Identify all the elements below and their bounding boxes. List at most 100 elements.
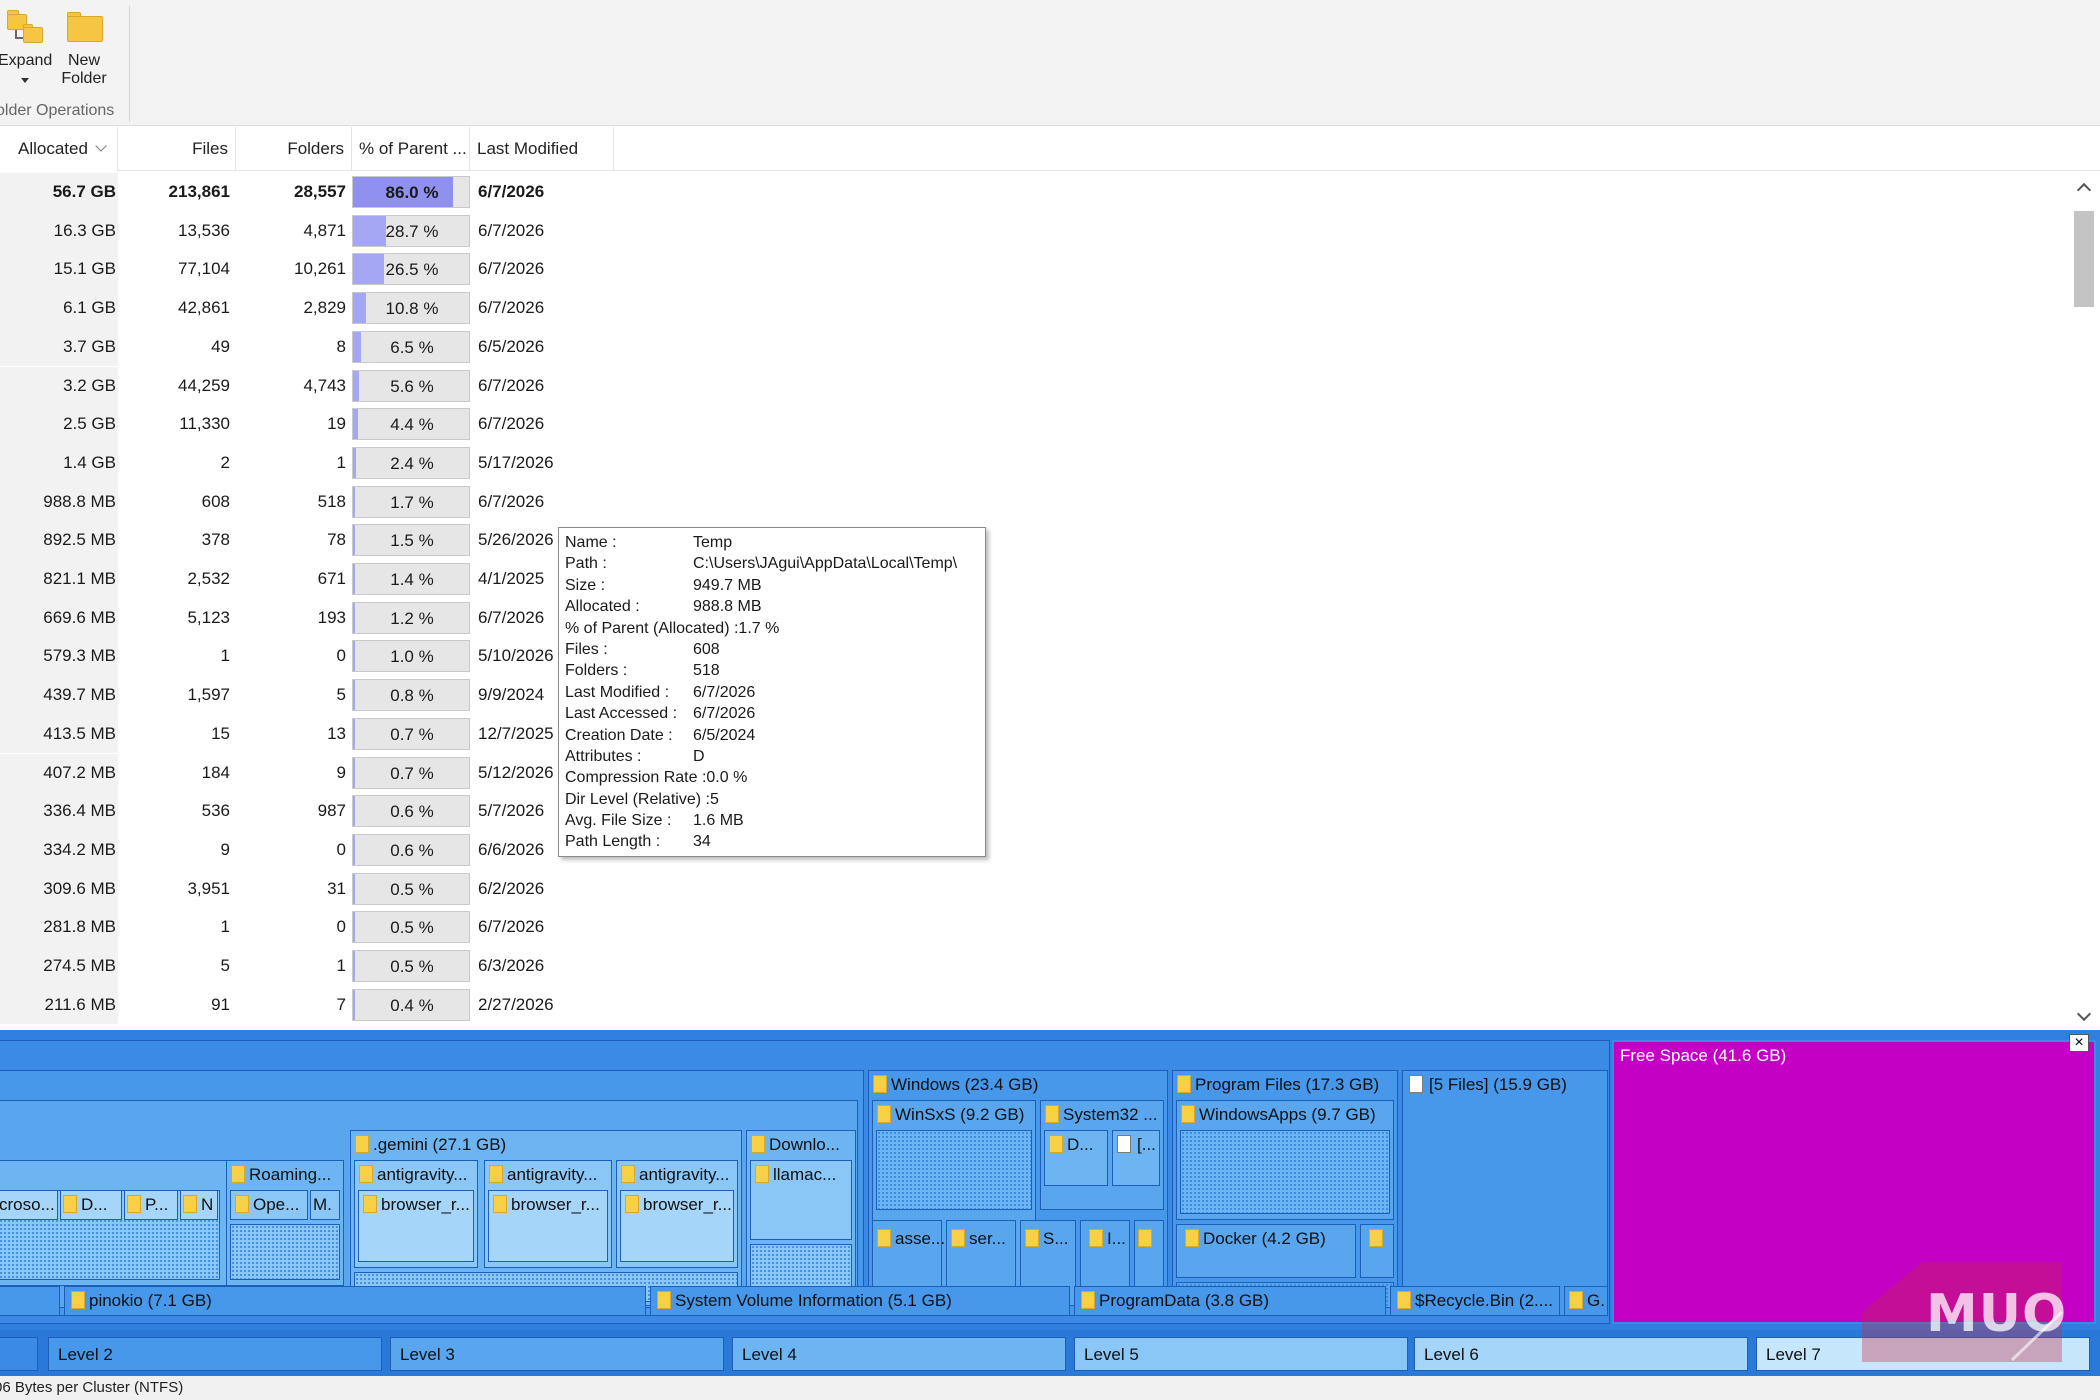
treemap-p-folder[interactable]: P... [124, 1190, 178, 1220]
last-modified-cell: 6/7/2026 [478, 220, 545, 240]
treemap-programdata[interactable]: ProgramData (3.8 GB) [1074, 1286, 1386, 1316]
treemap-d-folder[interactable]: D... [60, 1190, 122, 1220]
folder-icon [63, 6, 105, 44]
table-row[interactable]: 988.8 MB 608 518 1.7 % 6/7/2026 [0, 482, 2070, 522]
allocated-cell: 669.6 MB [0, 598, 118, 638]
tooltip-avgsize-value: 1.6 MB [693, 812, 744, 830]
pct-text: 0.6 % [390, 840, 434, 860]
treemap-system32-files[interactable]: [... [1112, 1130, 1160, 1186]
allocated-cell: 1.4 GB [0, 443, 118, 483]
column-header-row: Allocated Files Folders % of Parent ... … [0, 127, 2100, 171]
folder-icon [877, 1229, 891, 1247]
treemap-browser-2[interactable]: browser_r... [488, 1190, 608, 1262]
folder-icon [1089, 1229, 1103, 1247]
pct-bar-track: 1.4 % [352, 563, 470, 595]
tooltip-allocated-value: 988.8 MB [693, 598, 762, 616]
table-row[interactable]: 892.5 MB 378 78 1.5 % 5/26/2026 [0, 521, 2070, 560]
pct-bar-track: 0.7 % [352, 756, 470, 789]
col-files[interactable]: Files [118, 127, 236, 171]
treemap-antigravity-1-label: antigravity... [359, 1163, 467, 1187]
allocated-cell: 988.8 MB [0, 482, 118, 522]
scroll-up-arrow-icon[interactable] [2076, 182, 2092, 198]
scroll-thumb[interactable] [2074, 211, 2094, 307]
folders-cell: 4,871 [303, 220, 346, 240]
files-cell: 213,861 [168, 182, 230, 201]
tooltip-compression-value: 0.0 % [706, 769, 748, 787]
treemap-m[interactable]: M. [310, 1190, 340, 1220]
treemap-5-files-label: [5 Files] (15.9 GB) [1409, 1073, 1567, 1097]
pct-text: 1.2 % [390, 608, 434, 628]
vertical-scrollbar[interactable] [2071, 173, 2097, 1029]
table-row[interactable]: 281.8 MB 1 0 0.5 % 6/7/2026 [0, 908, 2070, 947]
new-folder-button[interactable]: New Folder [58, 6, 110, 88]
treemap-browser-1[interactable]: browser_r... [358, 1190, 474, 1262]
treemap-croso[interactable]: croso... [0, 1190, 58, 1220]
new-folder-label-1: New [67, 52, 100, 69]
table-row[interactable]: 2.5 GB 11,330 19 4.4 % 6/7/2026 [0, 405, 2070, 444]
table-row[interactable]: 56.7 GB 213,861 28,557 86.0 % 6/7/2026 [0, 173, 2070, 212]
table-row[interactable]: 16.3 GB 13,536 4,871 28.7 % 6/7/2026 [0, 211, 2070, 251]
treemap-system32-files-label: [... [1117, 1133, 1156, 1157]
last-modified-cell: 5/17/2026 [478, 452, 554, 472]
treemap-windowsapps-inner[interactable] [1180, 1130, 1390, 1214]
table-row[interactable]: 821.1 MB 2,532 671 1.4 % 4/1/2025 [0, 560, 2070, 599]
table-row[interactable]: 3.7 GB 49 8 6.5 % 6/5/2026 [0, 327, 2070, 367]
files-cell: 9 [220, 839, 230, 859]
table-row[interactable]: 274.5 MB 5 1 0.5 % 6/3/2026 [0, 947, 2070, 986]
treemap-browser-3-label: browser_r... [625, 1193, 732, 1217]
table-row[interactable]: 15.1 GB 77,104 10,261 26.5 % 6/7/2026 [0, 250, 2070, 290]
files-cell: 13,536 [178, 220, 230, 240]
pct-bar-track: 28.7 % [352, 214, 470, 247]
folder-icon [621, 1165, 635, 1183]
treemap-ope[interactable]: Ope... [230, 1190, 308, 1220]
folder-icon [493, 1195, 507, 1213]
table-row[interactable]: 1.4 GB 2 1 2.4 % 5/17/2026 [0, 443, 2070, 483]
treemap-browser-3[interactable]: browser_r... [620, 1190, 734, 1262]
table-row[interactable]: 579.3 MB 1 0 1.0 % 5/10/2026 [0, 637, 2070, 677]
treemap[interactable]: croso... D... P... N Roaming... Ope... M… [0, 1030, 2100, 1330]
dropdown-arrow-icon[interactable] [21, 78, 29, 83]
expand-button[interactable]: Expand [0, 6, 52, 88]
table-row[interactable]: 669.6 MB 5,123 193 1.2 % 6/7/2026 [0, 598, 2070, 638]
tooltip-pathlen-key: Path Length : [565, 833, 661, 851]
col-folders[interactable]: Folders [236, 127, 352, 171]
close-icon[interactable]: × [2069, 1034, 2089, 1052]
allocated-cell: 309.6 MB [0, 869, 118, 909]
table-row[interactable]: 211.6 MB 91 7 0.4 % 2/27/2026 [0, 985, 2070, 1025]
col-files-label: Files [192, 139, 228, 158]
table-row[interactable]: 439.7 MB 1,597 5 0.8 % 9/9/2024 [0, 676, 2070, 715]
scroll-down-arrow-icon[interactable] [2076, 1006, 2092, 1022]
treemap-pinokio[interactable]: pinokio (7.1 GB) [64, 1286, 646, 1316]
treemap-pf-small[interactable] [1360, 1224, 1394, 1278]
treemap-ope-label: Ope... [235, 1193, 299, 1217]
treemap-5-files[interactable]: [5 Files] (15.9 GB) [1402, 1070, 1608, 1316]
col-last-modified[interactable]: Last Modified [470, 127, 614, 171]
table-row[interactable]: 334.2 MB 9 0 0.6 % 6/6/2026 [0, 830, 2070, 870]
table-row[interactable]: 413.5 MB 15 13 0.7 % 12/7/2025 [0, 714, 2070, 754]
treemap-bottom-left[interactable] [0, 1286, 60, 1316]
treemap-docker[interactable]: Docker (4.2 GB) [1176, 1224, 1356, 1278]
allocated-cell: 892.5 MB [0, 521, 118, 560]
pct-bar-track: 0.6 % [352, 833, 470, 866]
treemap-roaming-inner[interactable] [230, 1224, 340, 1280]
treemap-llamac[interactable]: llamac... [750, 1160, 852, 1240]
table-row[interactable]: 6.1 GB 42,861 2,829 10.8 % 6/7/2026 [0, 289, 2070, 328]
treemap-winsxs-inner[interactable] [876, 1130, 1032, 1210]
tooltip-lastmod-key: Last Modified : [565, 683, 670, 701]
table-row[interactable]: 309.6 MB 3,951 31 0.5 % 6/2/2026 [0, 869, 2070, 909]
col-pct-parent[interactable]: % of Parent ... [352, 127, 470, 171]
col-allocated[interactable]: Allocated [0, 127, 118, 171]
table-row[interactable]: 3.2 GB 44,259 4,743 5.6 % 6/7/2026 [0, 366, 2070, 406]
pct-bar-track: 0.5 % [352, 872, 470, 905]
treemap-n-folder[interactable]: N [180, 1190, 218, 1220]
treemap-system32-d[interactable]: D... [1044, 1130, 1108, 1186]
folder-icon [625, 1195, 639, 1213]
pct-parent-cell: 28.7 % [352, 212, 470, 251]
folders-cell: 1 [336, 452, 346, 472]
treemap-g[interactable]: G. [1564, 1286, 1608, 1316]
treemap-recycle[interactable]: $Recycle.Bin (2.... [1390, 1286, 1560, 1316]
treemap-windowsapps-label: WindowsApps (9.7 GB) [1181, 1103, 1376, 1127]
table-row[interactable]: 336.4 MB 536 987 0.6 % 5/7/2026 [0, 792, 2070, 831]
treemap-svi[interactable]: System Volume Information (5.1 GB) [650, 1286, 1070, 1316]
table-row[interactable]: 407.2 MB 184 9 0.7 % 5/12/2026 [0, 753, 2070, 793]
